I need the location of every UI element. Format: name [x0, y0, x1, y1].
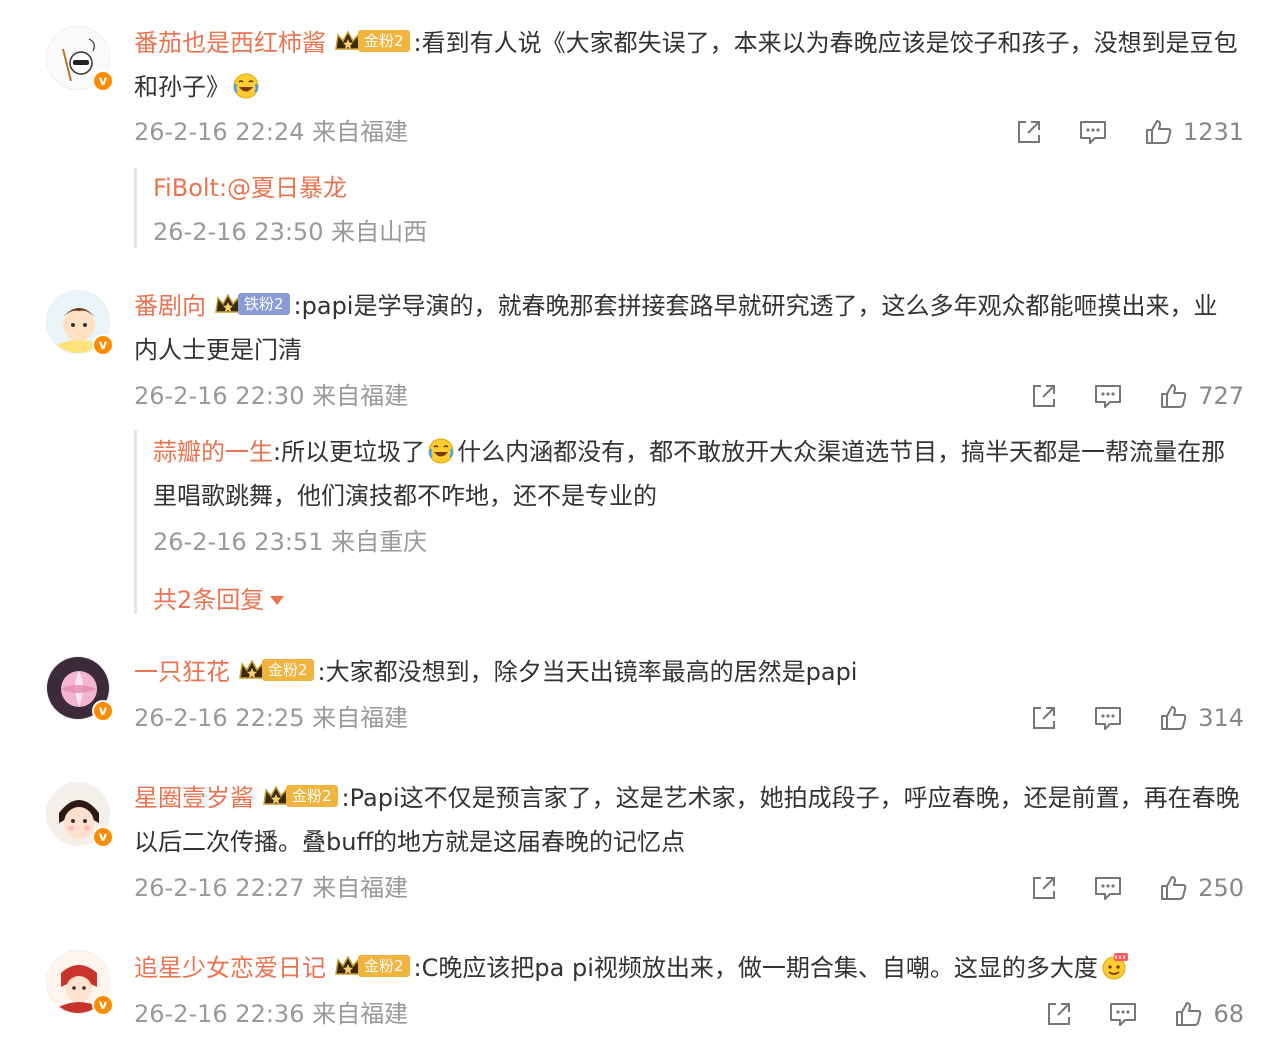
- more-replies-link[interactable]: 共2条回复: [153, 584, 285, 616]
- verified-icon: v: [92, 826, 114, 848]
- avatar[interactable]: v: [46, 782, 114, 848]
- like-count: 1231: [1182, 118, 1244, 146]
- comment-icon: [1093, 873, 1123, 903]
- avatar[interactable]: v: [46, 290, 114, 356]
- comment-icon: [1093, 703, 1123, 733]
- reply-meta: 26-2-16 23:50 来自山西: [153, 218, 428, 246]
- fan-badge-level: 金粉2: [358, 955, 410, 977]
- verified-icon: v: [92, 994, 114, 1016]
- comment-text: :大家都没想到，除夕当天出镜率最高的居然是papi: [317, 658, 858, 686]
- username[interactable]: 追星少女恋爱日记: [134, 954, 326, 982]
- fan-badge[interactable]: 金粉2: [334, 953, 410, 979]
- 666-emoji: [1102, 953, 1128, 980]
- comment-text: :C晚应该把pa pi视频放出来，做一期合集、自嘲。这显的多大度: [413, 954, 1098, 982]
- username[interactable]: 一只狂花: [134, 658, 230, 686]
- comment-body: 番茄也是西红柿酱 金粉2:看到有人说《大家都失误了，本来以为春晚应该是饺子和孩子，…: [134, 21, 1240, 109]
- share-icon: [1029, 381, 1059, 411]
- comment-actions: 727: [1012, 378, 1244, 414]
- comment-meta: 26-2-16 22:27 来自福建: [134, 874, 409, 902]
- like-count: 250: [1198, 874, 1244, 902]
- share-icon: [1029, 873, 1059, 903]
- like-button[interactable]: 1231: [1143, 117, 1244, 147]
- share-button[interactable]: [1012, 700, 1076, 736]
- like-button[interactable]: 314: [1158, 703, 1244, 733]
- comment-meta: 26-2-16 22:25 来自福建: [134, 704, 409, 732]
- share-icon: [1014, 117, 1044, 147]
- comment-body: 星圈壹岁酱 金粉2:Papi这不仅是预言家了，这是艺术家，她拍成段子，呼应春晚，还…: [134, 776, 1240, 864]
- like-count: 68: [1213, 1000, 1244, 1028]
- fan-badge-level: 金粉2: [262, 659, 314, 681]
- laugh-cry-emoji: [232, 72, 260, 100]
- fan-badge[interactable]: 铁粉2: [214, 291, 290, 317]
- avatar[interactable]: v: [46, 950, 114, 1016]
- username[interactable]: 番茄也是西红柿酱: [134, 29, 326, 57]
- like-button[interactable]: 250: [1158, 873, 1244, 903]
- share-button[interactable]: [1012, 870, 1076, 906]
- share-button[interactable]: [1012, 378, 1076, 414]
- comment-actions: 314: [1012, 700, 1244, 736]
- verified-icon: v: [92, 334, 114, 356]
- comment-icon: [1078, 117, 1108, 147]
- verified-icon: v: [92, 700, 114, 722]
- like-count: 727: [1198, 382, 1244, 410]
- thumbs-up-icon: [1143, 117, 1173, 147]
- like-button[interactable]: 727: [1158, 381, 1244, 411]
- laugh-cry-emoji: [427, 437, 455, 465]
- thumbs-up-icon: [1173, 999, 1203, 1029]
- reply-text[interactable]: :@夏日暴龙: [219, 174, 347, 202]
- comment-actions: 1231: [997, 114, 1244, 150]
- comment-icon: [1108, 999, 1138, 1029]
- comment-icon: [1093, 381, 1123, 411]
- comment-actions: 250: [1012, 870, 1244, 906]
- fan-badge[interactable]: 金粉2: [238, 657, 314, 683]
- share-icon: [1044, 999, 1074, 1029]
- verified-icon: v: [92, 70, 114, 92]
- username[interactable]: 番剧向: [134, 292, 206, 320]
- comment-meta: 26-2-16 22:24 来自福建: [134, 118, 409, 146]
- reply-button[interactable]: [1091, 996, 1155, 1032]
- fan-badge-level: 铁粉2: [238, 293, 290, 315]
- reply-author[interactable]: FiBolt: [153, 174, 219, 202]
- reply-text: :所以更垃圾了: [273, 438, 426, 466]
- share-button[interactable]: [1027, 996, 1091, 1032]
- like-button[interactable]: 68: [1173, 999, 1244, 1029]
- reply-author[interactable]: 蒜瓣的一生: [153, 438, 273, 466]
- avatar[interactable]: v: [46, 26, 114, 92]
- like-count: 314: [1198, 704, 1244, 732]
- avatar[interactable]: v: [46, 656, 114, 722]
- reply-button[interactable]: [1061, 114, 1125, 150]
- comment-actions: 68: [1027, 996, 1244, 1032]
- comment-body: 一只狂花 金粉2:大家都没想到，除夕当天出镜率最高的居然是papi: [134, 650, 1240, 694]
- comment-body: 追星少女恋爱日记 金粉2:C晚应该把pa pi视频放出来，做一期合集、自嘲。这显的…: [134, 946, 1240, 990]
- thumbs-up-icon: [1158, 873, 1188, 903]
- username[interactable]: 星圈壹岁酱: [134, 784, 254, 812]
- reply-button[interactable]: [1076, 378, 1140, 414]
- caret-down-icon: [270, 595, 285, 605]
- reply-block: 蒜瓣的一生:所以更垃圾了 什么内涵都没有，都不敢放开大众渠道选节目，搞半天都是一帮…: [134, 430, 1240, 614]
- reply-meta: 26-2-16 23:51 来自重庆: [153, 528, 428, 556]
- comment-meta: 26-2-16 22:36 来自福建: [134, 1000, 409, 1028]
- reply-block: FiBolt:@夏日暴龙 26-2-16 23:50 来自山西: [134, 168, 1240, 248]
- fan-badge[interactable]: 金粉2: [334, 28, 410, 54]
- more-replies-label: 共2条回复: [153, 586, 265, 614]
- share-icon: [1029, 703, 1059, 733]
- fan-badge-level: 金粉2: [358, 30, 410, 52]
- reply-button[interactable]: [1076, 700, 1140, 736]
- comment-text: :papi是学导演的，就春晚那套拼接套路早就研究透了，这么多年观众都能咂摸出来，…: [134, 292, 1218, 364]
- thumbs-up-icon: [1158, 381, 1188, 411]
- fan-badge-level: 金粉2: [286, 785, 338, 807]
- comment-body: 番剧向 铁粉2:papi是学导演的，就春晚那套拼接套路早就研究透了，这么多年观众都…: [134, 284, 1240, 372]
- share-button[interactable]: [997, 114, 1061, 150]
- thumbs-up-icon: [1158, 703, 1188, 733]
- fan-badge[interactable]: 金粉2: [262, 783, 338, 809]
- reply-button[interactable]: [1076, 870, 1140, 906]
- comment-meta: 26-2-16 22:30 来自福建: [134, 382, 409, 410]
